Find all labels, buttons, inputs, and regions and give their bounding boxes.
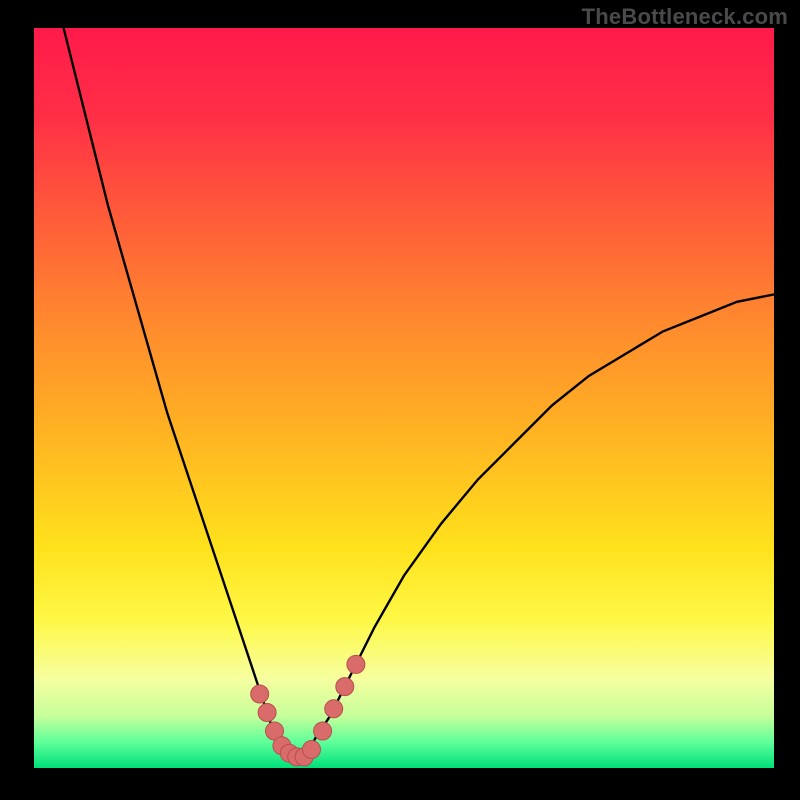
chart-svg: [34, 28, 774, 768]
curve-marker: [347, 655, 365, 673]
curve-marker: [258, 704, 276, 722]
curve-marker: [303, 741, 321, 759]
watermark-label: TheBottleneck.com: [582, 4, 788, 30]
curve-marker: [336, 678, 354, 696]
curve-marker: [325, 700, 343, 718]
chart-frame: TheBottleneck.com: [0, 0, 800, 800]
gradient-background: [34, 28, 774, 768]
plot-area: [34, 28, 774, 768]
curve-marker: [314, 722, 332, 740]
curve-marker: [251, 685, 269, 703]
